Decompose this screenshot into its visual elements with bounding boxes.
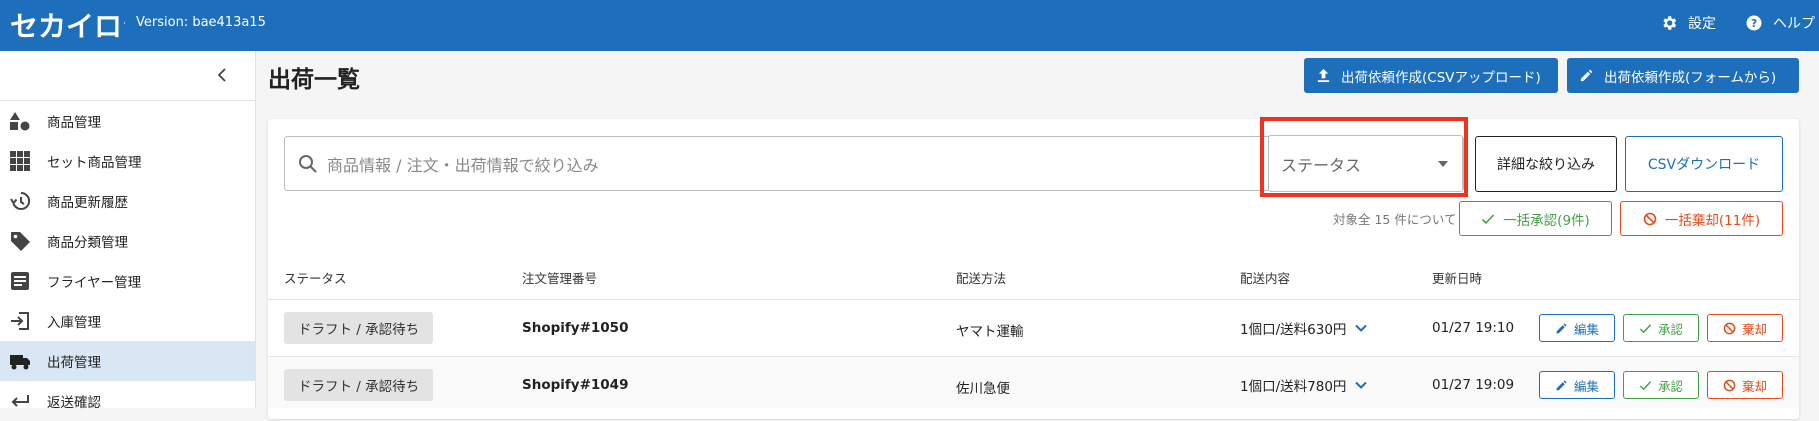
block-icon	[1723, 379, 1736, 391]
pencil-icon	[1556, 379, 1567, 390]
help-label: ヘルプ	[1773, 16, 1815, 32]
sidebar-item-label: 商品更新履歴	[47, 195, 128, 211]
target-count: 対象全 15 件について	[1333, 212, 1457, 227]
sidebar-item-label: 出荷管理	[47, 355, 101, 371]
upload-icon	[1317, 68, 1330, 83]
sidebar-item-shipping[interactable]: 出荷管理	[0, 341, 255, 381]
sidebar-item-set-products[interactable]: セット商品管理	[0, 141, 255, 181]
csv-upload-button[interactable]: 出荷依頼作成(CSVアップロード)	[1304, 58, 1558, 93]
column-header-order: 注文管理番号	[522, 271, 598, 286]
csv-upload-label: 出荷依頼作成(CSVアップロード)	[1341, 69, 1541, 86]
column-header-content: 配送内容	[1240, 271, 1291, 286]
approve-button[interactable]: 承認	[1623, 314, 1699, 342]
table-divider	[268, 299, 1799, 300]
reject-button[interactable]: 棄却	[1707, 314, 1783, 342]
updated-at: 01/27 19:09	[1432, 377, 1515, 393]
sidebar-item-label: 商品分類管理	[47, 235, 128, 251]
reject-all-button[interactable]: 一括棄却(11件)	[1620, 201, 1783, 236]
sidebar-item-label: 商品管理	[47, 115, 101, 131]
reject-label: 棄却	[1741, 321, 1767, 337]
sidebar-item-label: 返送確認	[47, 395, 101, 411]
svg-text:?: ?	[1751, 18, 1757, 30]
search-icon	[299, 154, 317, 173]
sidebar-item-history[interactable]: 商品更新履歴	[0, 181, 255, 221]
edit-button[interactable]: 編集	[1539, 314, 1615, 342]
shipping-content: 1個口/送料630円	[1240, 322, 1347, 338]
svg-text:セカイロジ: セカイロジ	[10, 10, 125, 43]
sidebar-item-flyers[interactable]: フライヤー管理	[0, 261, 255, 301]
sidebar-item-label: フライヤー管理	[47, 275, 142, 291]
order-number: Shopify#1049	[522, 377, 629, 393]
chevron-down-icon	[1355, 381, 1368, 389]
gear-icon	[1663, 16, 1677, 30]
grid-icon	[9, 150, 31, 172]
pencil-icon	[1580, 69, 1593, 82]
settings-label: 設定	[1688, 16, 1716, 32]
chevron-down-icon	[1355, 324, 1368, 332]
sidebar-item-categories[interactable]: 商品分類管理	[0, 221, 255, 261]
truck-icon	[9, 350, 31, 372]
order-number: Shopify#1050	[522, 320, 629, 336]
shipping-method: 佐川急便	[956, 381, 1010, 397]
login-icon	[9, 310, 31, 332]
reject-all-label: 一括棄却(11件)	[1664, 212, 1761, 229]
sidebar-item-label: セット商品管理	[47, 155, 142, 171]
form-create-button[interactable]: 出荷依頼作成(フォームから)	[1567, 58, 1799, 93]
check-icon	[1639, 323, 1652, 333]
page-title: 出荷一覧	[268, 67, 360, 93]
shipping-content: 1個口/送料780円	[1240, 379, 1347, 395]
block-icon	[1643, 212, 1657, 225]
edit-label: 編集	[1573, 378, 1599, 394]
edit-label: 編集	[1573, 321, 1599, 337]
sidebar-item-products[interactable]: 商品管理	[0, 101, 255, 141]
status-badge: ドラフト / 承認待ち	[284, 369, 434, 401]
column-header-method: 配送方法	[956, 271, 1007, 286]
help-icon: ?	[1746, 15, 1762, 31]
pencil-icon	[1556, 322, 1567, 333]
csv-download-button[interactable]: CSVダウンロード	[1625, 136, 1783, 192]
shapes-icon	[9, 110, 31, 132]
status-badge: ドラフト / 承認待ち	[284, 312, 434, 344]
column-header-updated: 更新日時	[1432, 271, 1483, 286]
settings-link[interactable]: 設定	[1660, 13, 1716, 33]
tag-icon	[9, 230, 31, 252]
shipping-content-toggle[interactable]: 1個口/送料630円	[1240, 318, 1368, 338]
sidebar-collapse-button[interactable]	[0, 51, 255, 101]
help-link[interactable]: ? ヘルプ	[1745, 13, 1815, 33]
sidebar: 商品管理 セット商品管理 商品更新履歴 商品分類管理 フライヤー管理 入庫管理	[0, 51, 256, 411]
updated-at: 01/27 19:10	[1432, 320, 1515, 336]
approve-button[interactable]: 承認	[1623, 371, 1699, 399]
flyer-icon	[9, 270, 31, 292]
version-label: Version: bae413a15	[136, 15, 266, 30]
approve-all-button[interactable]: 一括承認(9件)	[1459, 201, 1612, 236]
top-bar: セカイロジ Version: bae413a15 設定 ? ヘルプ	[0, 0, 1819, 51]
form-create-label: 出荷依頼作成(フォームから)	[1604, 69, 1777, 86]
sidebar-item-label: 入庫管理	[47, 315, 101, 331]
column-header-status: ステータス	[284, 271, 347, 286]
check-icon	[1482, 213, 1495, 224]
search-placeholder: 商品情報 / 注文・出荷情報で絞り込み	[327, 155, 599, 175]
reject-label: 棄却	[1741, 378, 1767, 394]
sidebar-item-returns[interactable]: 返送確認	[0, 381, 255, 421]
edit-button[interactable]: 編集	[1539, 371, 1615, 399]
approve-all-label: 一括承認(9件)	[1503, 212, 1590, 229]
approve-label: 承認	[1657, 378, 1683, 394]
sidebar-item-inbound[interactable]: 入庫管理	[0, 301, 255, 341]
shipping-content-toggle[interactable]: 1個口/送料780円	[1240, 375, 1368, 395]
check-icon	[1639, 380, 1652, 390]
return-icon	[9, 390, 31, 412]
approve-label: 承認	[1657, 321, 1683, 337]
chevron-left-icon	[217, 68, 226, 82]
sekailogi-logo[interactable]: セカイロジ	[10, 6, 125, 44]
history-icon	[9, 190, 31, 212]
detail-filter-button[interactable]: 詳細な絞り込み	[1475, 136, 1617, 192]
reject-button[interactable]: 棄却	[1707, 371, 1783, 399]
shipping-method: ヤマト運輸	[956, 324, 1024, 340]
block-icon	[1723, 322, 1736, 334]
highlight-box	[1260, 117, 1468, 197]
